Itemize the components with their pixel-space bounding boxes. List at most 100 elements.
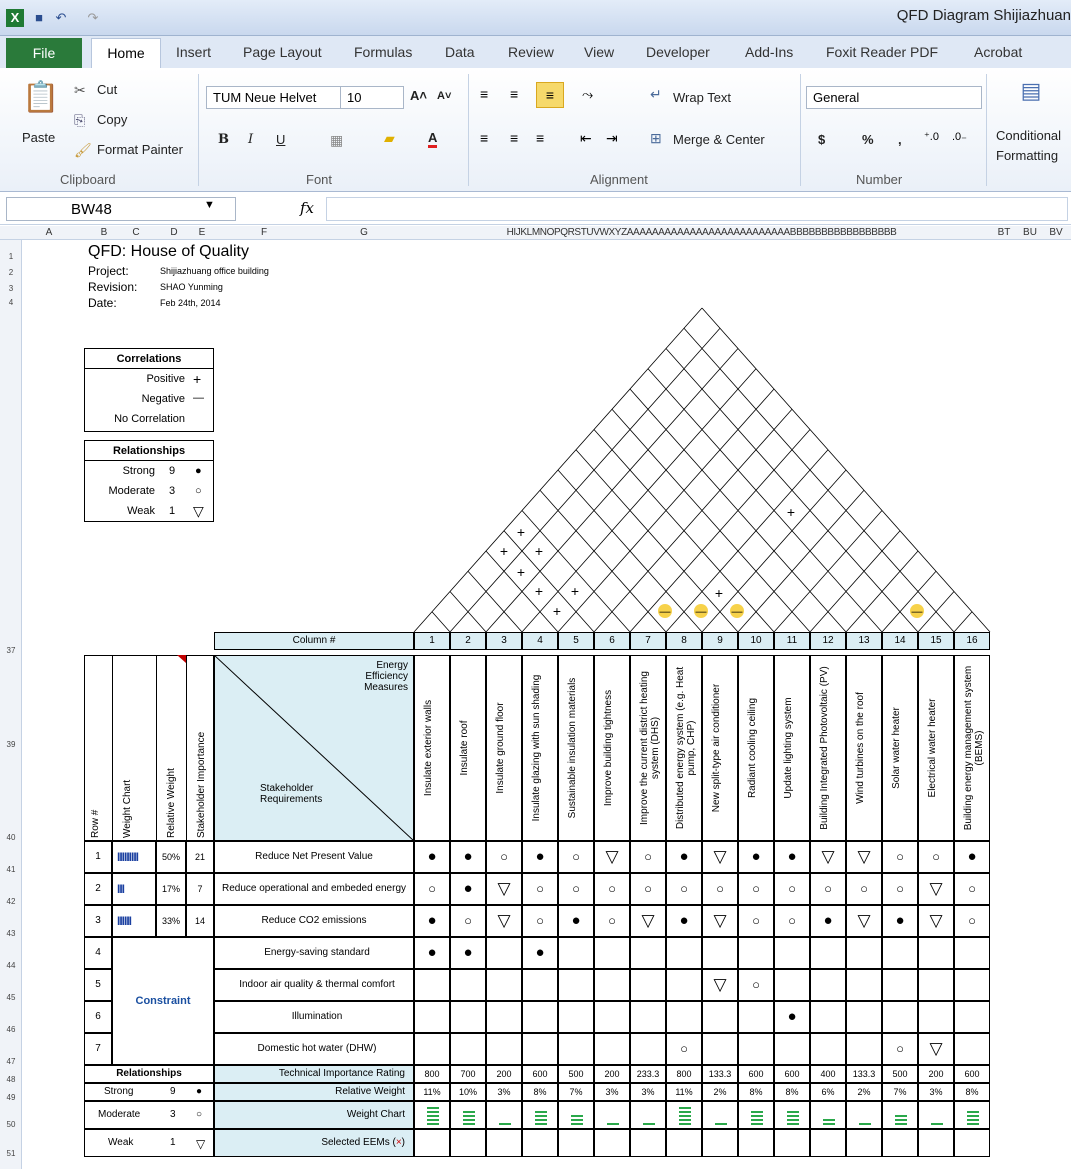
comment-indicator[interactable] (177, 655, 186, 663)
open-circle-icon[interactable]: ○ (558, 841, 594, 873)
matrix-cell[interactable] (558, 1001, 594, 1033)
open-circle-icon[interactable]: ○ (522, 873, 558, 905)
triangle-icon[interactable]: ▽ (702, 841, 738, 873)
filled-circle-icon[interactable]: ● (666, 841, 702, 873)
matrix-cell[interactable] (810, 969, 846, 1001)
matrix-cell[interactable] (594, 969, 630, 1001)
matrix-cell[interactable] (450, 1033, 486, 1065)
filled-circle-icon[interactable]: ● (810, 905, 846, 937)
matrix-cell[interactable] (702, 1033, 738, 1065)
selection-cell[interactable] (486, 1129, 522, 1157)
triangle-icon[interactable]: ▽ (702, 905, 738, 937)
matrix-cell[interactable] (450, 969, 486, 1001)
filled-circle-icon[interactable]: ● (450, 937, 486, 969)
matrix-cell[interactable] (738, 1001, 774, 1033)
matrix-cell[interactable] (846, 937, 882, 969)
open-circle-icon[interactable]: ○ (954, 905, 990, 937)
filled-circle-icon[interactable]: ● (450, 873, 486, 905)
open-circle-icon[interactable]: ○ (846, 873, 882, 905)
selection-cell[interactable] (594, 1129, 630, 1157)
selection-cell[interactable] (558, 1129, 594, 1157)
matrix-cell[interactable] (774, 1033, 810, 1065)
triangle-icon[interactable]: ▽ (702, 969, 738, 1001)
matrix-cell[interactable] (702, 1001, 738, 1033)
matrix-cell[interactable] (522, 1033, 558, 1065)
triangle-icon[interactable]: ▽ (486, 873, 522, 905)
filled-circle-icon[interactable]: ● (522, 841, 558, 873)
selection-cell[interactable] (882, 1129, 918, 1157)
matrix-cell[interactable] (486, 969, 522, 1001)
selection-cell[interactable] (810, 1129, 846, 1157)
matrix-cell[interactable] (810, 1033, 846, 1065)
open-circle-icon[interactable]: ○ (522, 905, 558, 937)
triangle-icon[interactable]: ▽ (486, 905, 522, 937)
matrix-cell[interactable] (846, 1033, 882, 1065)
triangle-icon[interactable]: ▽ (918, 873, 954, 905)
selection-cell[interactable] (450, 1129, 486, 1157)
open-circle-icon[interactable]: ○ (954, 873, 990, 905)
filled-circle-icon[interactable]: ● (774, 1001, 810, 1033)
open-circle-icon[interactable]: ○ (486, 841, 522, 873)
matrix-cell[interactable] (630, 937, 666, 969)
filled-circle-icon[interactable]: ● (774, 841, 810, 873)
open-circle-icon[interactable]: ○ (558, 873, 594, 905)
matrix-cell[interactable] (558, 937, 594, 969)
matrix-cell[interactable] (846, 1001, 882, 1033)
matrix-cell[interactable] (486, 937, 522, 969)
matrix-cell[interactable] (954, 969, 990, 1001)
matrix-cell[interactable] (594, 1001, 630, 1033)
matrix-cell[interactable] (738, 937, 774, 969)
open-circle-icon[interactable]: ○ (594, 905, 630, 937)
selection-cell[interactable] (954, 1129, 990, 1157)
open-circle-icon[interactable]: ○ (666, 1033, 702, 1065)
filled-circle-icon[interactable]: ● (522, 937, 558, 969)
triangle-icon[interactable]: ▽ (918, 905, 954, 937)
open-circle-icon[interactable]: ○ (774, 905, 810, 937)
triangle-icon[interactable]: ▽ (810, 841, 846, 873)
matrix-cell[interactable] (594, 937, 630, 969)
filled-circle-icon[interactable]: ● (414, 841, 450, 873)
matrix-cell[interactable] (558, 1033, 594, 1065)
open-circle-icon[interactable]: ○ (702, 873, 738, 905)
matrix-cell[interactable] (954, 1001, 990, 1033)
matrix-cell[interactable] (414, 1033, 450, 1065)
open-circle-icon[interactable]: ○ (774, 873, 810, 905)
filled-circle-icon[interactable]: ● (666, 905, 702, 937)
matrix-cell[interactable] (630, 969, 666, 1001)
open-circle-icon[interactable]: ○ (630, 873, 666, 905)
filled-circle-icon[interactable]: ● (558, 905, 594, 937)
matrix-cell[interactable] (954, 1033, 990, 1065)
matrix-cell[interactable] (486, 1001, 522, 1033)
selection-cell[interactable] (846, 1129, 882, 1157)
triangle-icon[interactable]: ▽ (846, 905, 882, 937)
open-circle-icon[interactable]: ○ (882, 873, 918, 905)
matrix-cell[interactable] (666, 937, 702, 969)
matrix-cell[interactable] (882, 937, 918, 969)
matrix-cell[interactable] (630, 1001, 666, 1033)
filled-circle-icon[interactable]: ● (414, 937, 450, 969)
open-circle-icon[interactable]: ○ (594, 873, 630, 905)
open-circle-icon[interactable]: ○ (882, 841, 918, 873)
matrix-cell[interactable] (702, 937, 738, 969)
matrix-cell[interactable] (882, 1001, 918, 1033)
matrix-cell[interactable] (414, 1001, 450, 1033)
matrix-cell[interactable] (810, 937, 846, 969)
triangle-icon[interactable]: ▽ (594, 841, 630, 873)
matrix-cell[interactable] (918, 937, 954, 969)
matrix-cell[interactable] (558, 969, 594, 1001)
open-circle-icon[interactable]: ○ (414, 873, 450, 905)
triangle-icon[interactable]: ▽ (630, 905, 666, 937)
matrix-cell[interactable] (882, 969, 918, 1001)
matrix-cell[interactable] (954, 937, 990, 969)
matrix-cell[interactable] (846, 969, 882, 1001)
filled-circle-icon[interactable]: ● (450, 841, 486, 873)
filled-circle-icon[interactable]: ● (882, 905, 918, 937)
matrix-cell[interactable] (414, 969, 450, 1001)
selection-cell[interactable] (702, 1129, 738, 1157)
open-circle-icon[interactable]: ○ (738, 969, 774, 1001)
matrix-cell[interactable] (774, 937, 810, 969)
matrix-cell[interactable] (774, 969, 810, 1001)
filled-circle-icon[interactable]: ● (414, 905, 450, 937)
matrix-cell[interactable] (810, 1001, 846, 1033)
selection-cell[interactable] (522, 1129, 558, 1157)
